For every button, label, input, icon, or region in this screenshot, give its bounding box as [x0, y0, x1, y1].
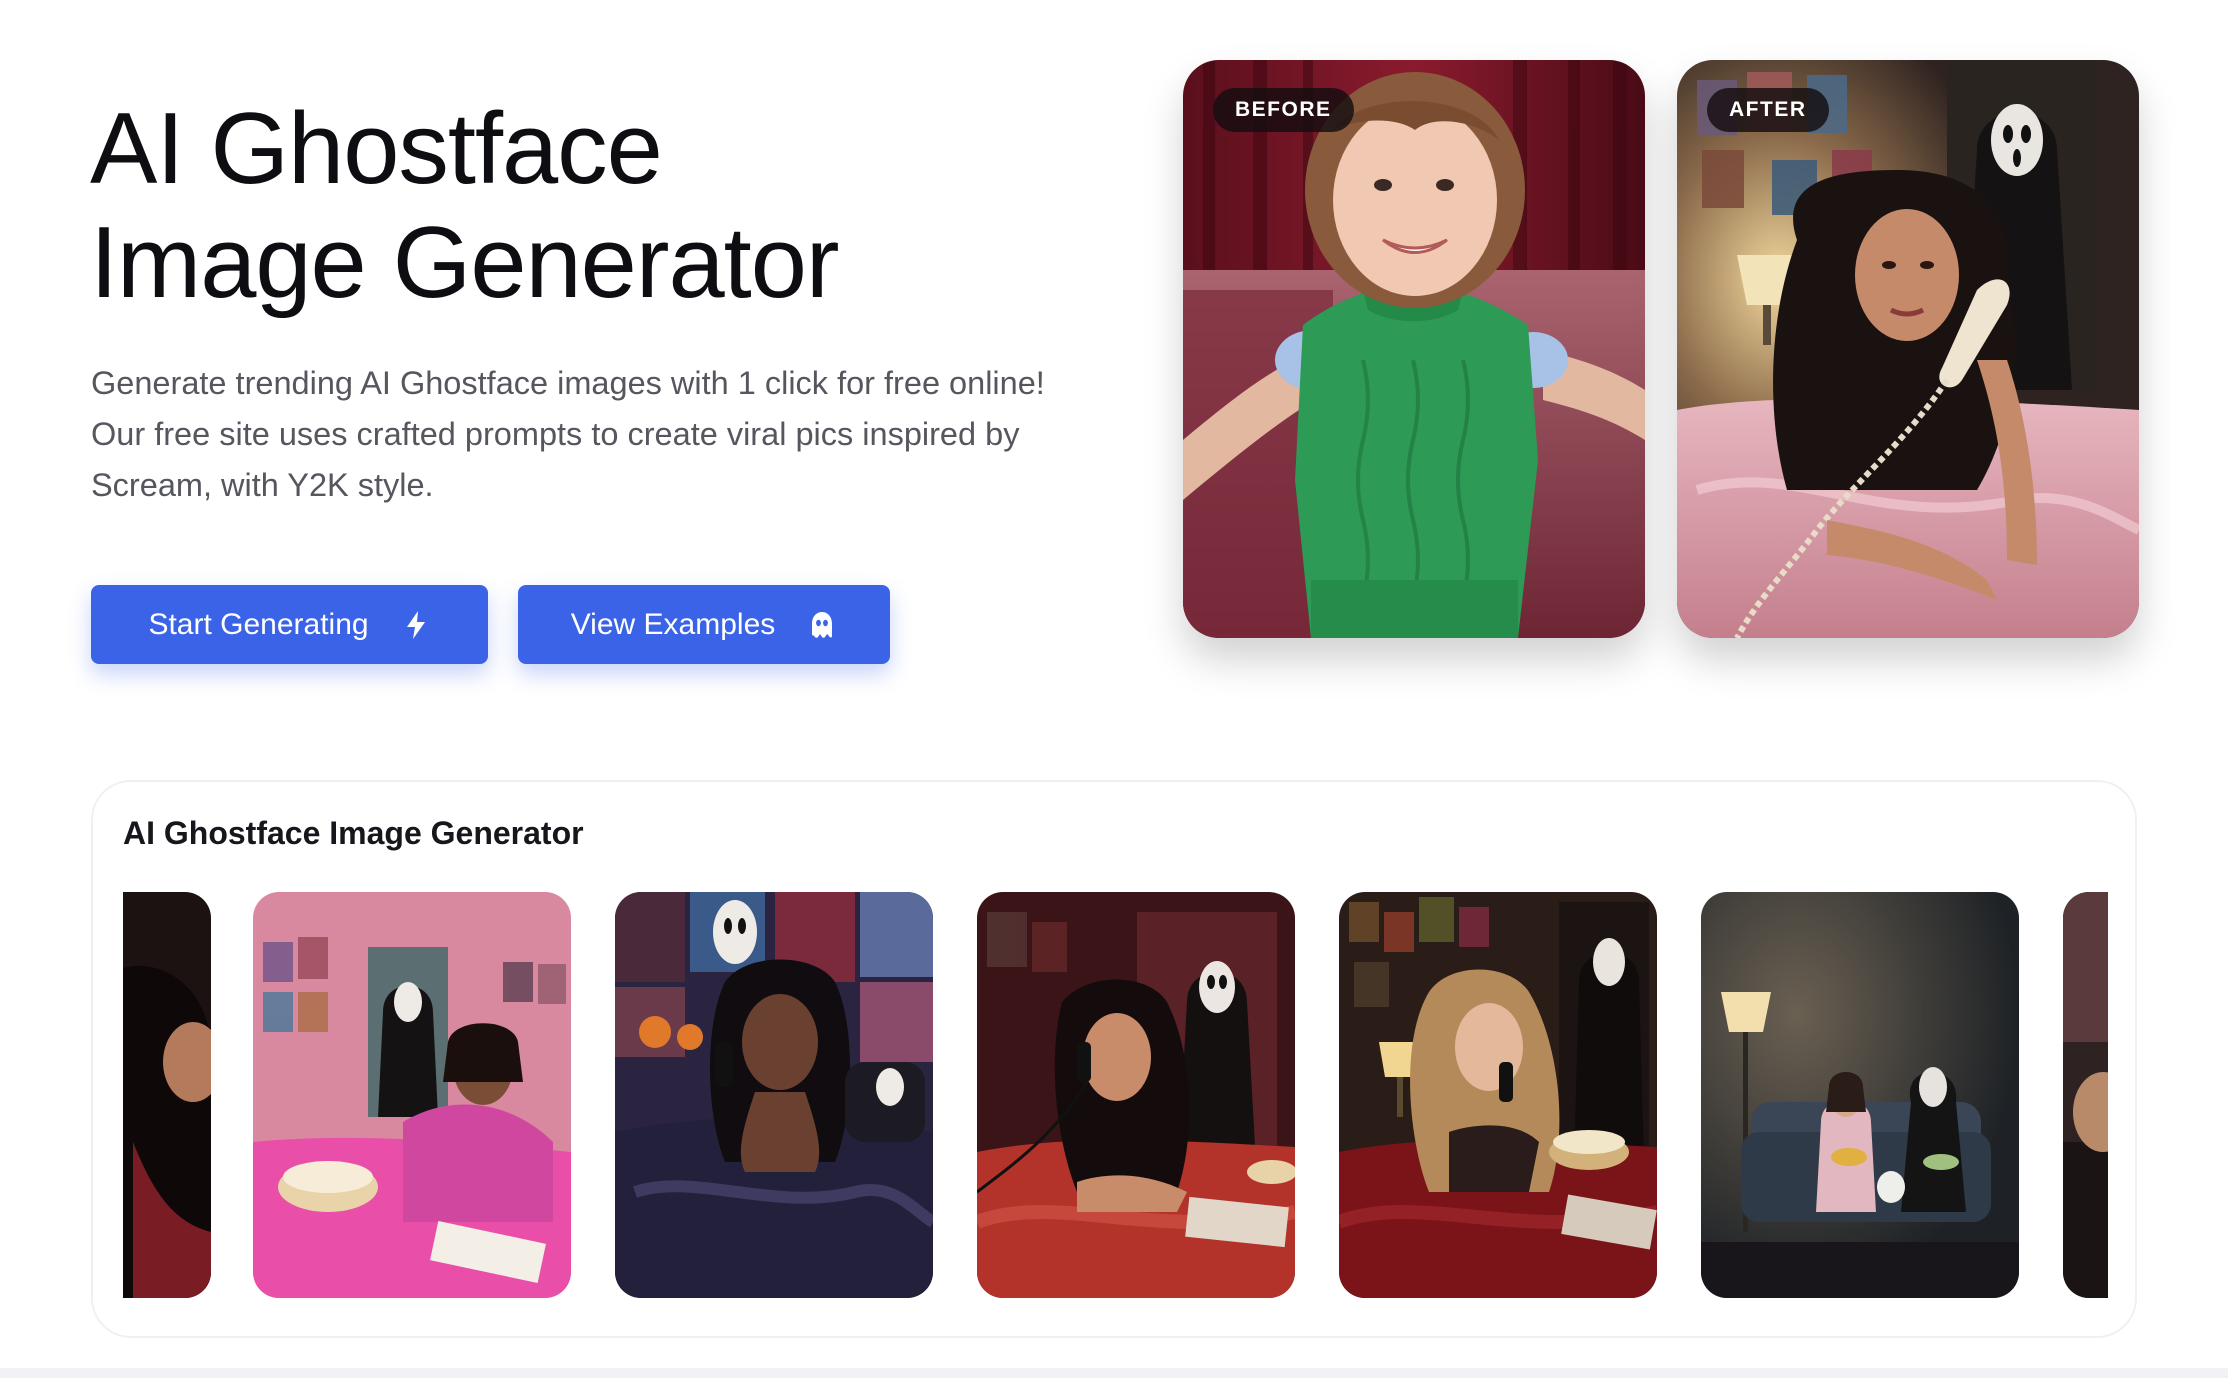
after-badge: AFTER: [1707, 88, 1829, 132]
before-image-card: BEFORE: [1183, 60, 1645, 638]
gallery-title: AI Ghostface Image Generator: [123, 815, 584, 851]
lightning-icon: [401, 610, 431, 640]
before-photo: [1183, 60, 1645, 638]
gallery-image[interactable]: [977, 892, 1295, 1298]
page-title: AI Ghostface Image Generator: [90, 92, 840, 320]
title-line-2: Image Generator: [90, 207, 840, 319]
description-line-2: Our free site uses crafted prompts to cr…: [91, 416, 1020, 452]
description-line-3: Scream, with Y2K style.: [91, 467, 434, 503]
view-examples-label: View Examples: [570, 607, 776, 641]
gallery-image[interactable]: [253, 892, 571, 1298]
gallery-image[interactable]: [1701, 892, 2019, 1298]
after-image-card: AFTER: [1677, 60, 2139, 638]
page-bottom-divider: [0, 1368, 2228, 1378]
after-photo: [1677, 60, 2139, 638]
hero-description: Generate trending AI Ghostface images wi…: [91, 358, 1131, 511]
gallery-image[interactable]: [1339, 892, 1657, 1298]
ghost-icon: [807, 610, 837, 640]
gallery-image[interactable]: [2063, 892, 2108, 1298]
page: AI Ghostface Image Generator Generate tr…: [0, 0, 2228, 1378]
view-examples-button[interactable]: View Examples: [518, 585, 890, 664]
start-generating-label: Start Generating: [148, 607, 369, 641]
gallery-image[interactable]: [615, 892, 933, 1298]
gallery-section: AI Ghostface Image Generator: [91, 780, 2137, 1338]
title-line-1: AI Ghostface: [90, 93, 663, 205]
description-line-1: Generate trending AI Ghostface images wi…: [91, 365, 1045, 401]
start-generating-button[interactable]: Start Generating: [91, 585, 488, 664]
before-badge: BEFORE: [1213, 88, 1354, 132]
gallery-strip[interactable]: [123, 892, 2108, 1300]
gallery-image[interactable]: [123, 892, 211, 1298]
